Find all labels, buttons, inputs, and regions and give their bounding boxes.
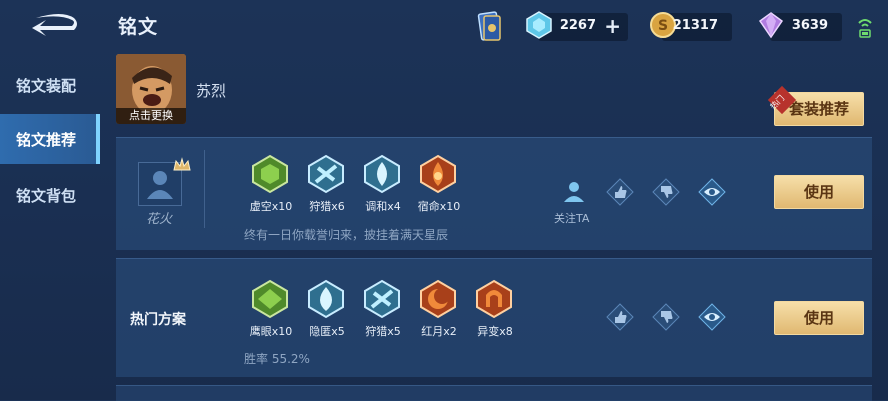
- rune-count: x2: [443, 325, 457, 338]
- eye-icon[interactable]: [698, 178, 726, 206]
- sidebar-item-rune-recommend[interactable]: 铭文推荐: [0, 114, 100, 164]
- gold-currency: S 21317: [650, 12, 732, 41]
- rune-count: x10: [271, 200, 293, 213]
- rune-count: x4: [387, 200, 401, 213]
- gem-currency: 3639: [758, 12, 842, 41]
- rune-void-icon: [252, 154, 288, 194]
- sidebar-item-rune-bag[interactable]: 铭文背包: [0, 170, 100, 220]
- rune-plan-card: 花火 虚空x10 狩猎x6 调和x4 宿命x10 终有一日你载誉归来，披挂着满天…: [116, 137, 872, 250]
- rune-name: 异变: [477, 325, 500, 338]
- rune-red-moon-icon: [420, 279, 456, 319]
- sidebar-item-label: 铭文装配: [16, 77, 77, 95]
- win-rate: 胜率 55.2%: [244, 352, 310, 366]
- coupon-value: 2267: [559, 18, 596, 33]
- gem-value: 3639: [791, 18, 828, 33]
- use-button[interactable]: 使用: [774, 175, 864, 209]
- sidebar-item-label: 铭文背包: [16, 187, 77, 205]
- hot-tag-label: 热门: [768, 93, 787, 112]
- sidebar-item-label: 铭文推荐: [16, 131, 77, 149]
- rune-mutation-icon: [476, 279, 512, 319]
- rune-plan-card-partial: [116, 385, 872, 401]
- rune-fate-icon: [420, 154, 456, 194]
- use-button[interactable]: 使用: [774, 301, 864, 335]
- rune-name: 虚空: [249, 200, 272, 213]
- diamond-coupon-icon: [526, 11, 552, 39]
- gold-value: 21317: [672, 18, 718, 33]
- divider: [204, 150, 205, 228]
- rune-count: x5: [331, 325, 345, 338]
- rune-count: x10: [271, 325, 293, 338]
- hero-portrait[interactable]: 点击更换: [116, 54, 186, 124]
- rune-count: x5: [387, 325, 401, 338]
- follow-icon[interactable]: [560, 178, 588, 206]
- author-name: 花火: [146, 212, 173, 227]
- rune-name: 狩猎: [365, 325, 388, 338]
- rune-name: 红月: [421, 325, 444, 338]
- rune-stealth-icon: [308, 279, 344, 319]
- page-title: 铭文: [118, 16, 159, 38]
- plan-description: 终有一日你载誉归来，披挂着满天星辰: [244, 228, 449, 242]
- rune-count: x6: [331, 200, 345, 213]
- network-signal-icon: [858, 19, 872, 38]
- thumbs-down-icon[interactable]: [652, 303, 680, 331]
- thumbs-down-icon[interactable]: [652, 178, 680, 206]
- purple-gem-icon: [758, 12, 784, 39]
- thumbs-up-icon[interactable]: [606, 178, 634, 206]
- rune-name: 宿命: [417, 200, 440, 213]
- plan-title: 热门方案: [130, 312, 186, 328]
- add-coupon-button[interactable]: +: [604, 16, 621, 36]
- sidebar-item-rune-assembly[interactable]: 铭文装配: [0, 60, 100, 110]
- eye-icon[interactable]: [698, 303, 726, 331]
- hero-name: 苏烈: [196, 82, 227, 100]
- sidebar: 铭文装配 铭文推荐 铭文背包: [0, 56, 100, 400]
- card-deck-icon[interactable]: [474, 10, 506, 44]
- rune-hawkeye-icon: [252, 279, 288, 319]
- rune-hunt-icon: [364, 279, 400, 319]
- thumbs-up-icon[interactable]: [606, 303, 634, 331]
- coupon-currency: 2267 +: [526, 11, 628, 41]
- svg-text:S: S: [658, 18, 668, 34]
- rune-count: x8: [499, 325, 513, 338]
- follow-label[interactable]: 关注TA: [554, 210, 589, 226]
- rune-name: 隐匿: [309, 325, 332, 338]
- rune-name: 狩猎: [309, 200, 332, 213]
- rune-name: 调和: [365, 200, 388, 213]
- rune-plan-card: 热门方案 鹰眼x10 隐匿x5 狩猎x5 红月x2 异变x8 胜率 55.2% …: [116, 258, 872, 377]
- change-hero-button[interactable]: 点击更换: [116, 108, 186, 124]
- rune-name: 鹰眼: [249, 325, 272, 338]
- top-bar: 铭文 2267 + S 21317 3639: [0, 0, 888, 56]
- crown-badge-icon: [173, 157, 191, 171]
- back-arrow-icon[interactable]: [22, 8, 84, 40]
- rune-hunt-icon: [308, 154, 344, 194]
- rune-count: x10: [439, 200, 461, 213]
- rune-harmony-icon: [364, 154, 400, 194]
